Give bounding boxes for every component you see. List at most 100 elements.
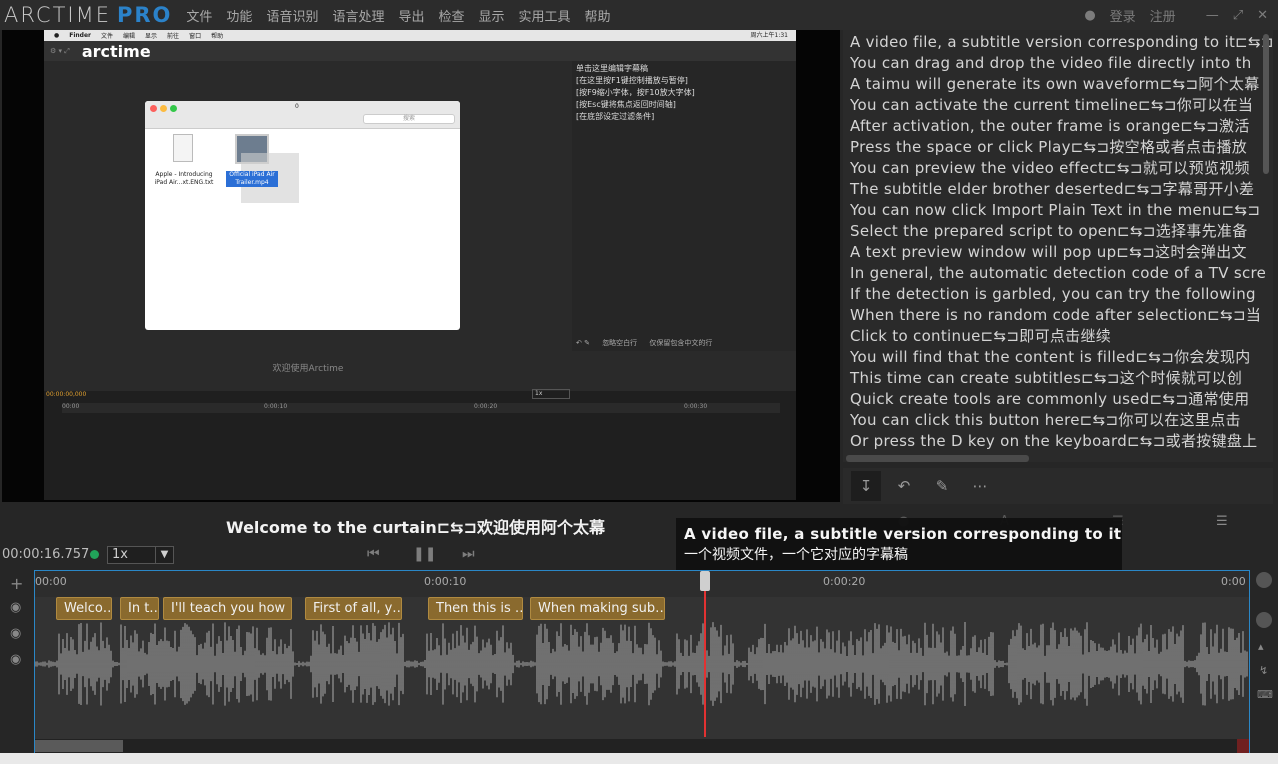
script-line[interactable]: Or press the D key on the keyboard⊏⇆⊐或者按… xyxy=(843,431,1273,452)
subtitle-overlay-text: Welcome to the curtain⊏⇆⊐欢迎使用阿个太幕 xyxy=(226,518,605,537)
finder-minimize-icon xyxy=(160,105,167,112)
finder-search: 搜索 xyxy=(363,114,455,124)
lightning-icon[interactable]: ↯ xyxy=(1259,664,1268,677)
finder-zoom-icon xyxy=(170,105,177,112)
txt-file-icon xyxy=(173,134,193,162)
script-line[interactable]: After activation, the outer frame is ora… xyxy=(843,116,1273,137)
eye-icon[interactable]: ◉ xyxy=(10,600,21,615)
script-line[interactable]: Click to continue⊏⇆⊐即可点击继续 xyxy=(843,326,1273,347)
sliders-icon[interactable]: ☰ xyxy=(1216,514,1228,529)
close-icon[interactable]: ✕ xyxy=(1257,8,1268,23)
inner-speed: 1x xyxy=(532,389,570,399)
script-line[interactable]: You can activate the current timeline⊏⇆⊐… xyxy=(843,95,1273,116)
script-line[interactable]: You can preview the video effect⊏⇆⊐就可以预览… xyxy=(843,158,1273,179)
inner-script-line: [按F9缩小字体，按F10放大字体] xyxy=(576,88,695,97)
speed-select[interactable]: 1x ▼ xyxy=(107,546,174,564)
top-menu-bar: ARCTIME PRO 文件 功能 语音识别 语言处理 导出 检查 显示 实用工具… xyxy=(0,0,1278,30)
menu-function[interactable]: 功能 xyxy=(226,6,252,25)
script-line[interactable]: In general, the automatic detection code… xyxy=(843,263,1273,284)
menu-file[interactable]: 文件 xyxy=(186,6,212,25)
script-line[interactable]: You can now click Import Plain Text in t… xyxy=(843,200,1273,221)
script-line[interactable]: You can click this button here⊏⇆⊐你可以在这里点… xyxy=(843,410,1273,431)
prev-icon[interactable]: ⏮ xyxy=(367,546,380,562)
next-icon[interactable]: ⏭ xyxy=(462,546,475,562)
inner-tick: 00:00 xyxy=(62,403,80,410)
menu-help[interactable]: 帮助 xyxy=(585,6,611,25)
add-track-icon[interactable]: + xyxy=(10,574,23,593)
maximize-icon[interactable]: ⤢ xyxy=(1233,8,1243,23)
keyboard-icon[interactable]: ⌨ xyxy=(1257,688,1273,701)
menu-export[interactable]: 导出 xyxy=(398,6,424,25)
minimize-icon[interactable]: — xyxy=(1206,8,1219,23)
finder-toolbar: 0 搜索 xyxy=(145,101,460,129)
inner-tick: 0:00:20 xyxy=(474,403,498,410)
script-horizontal-scrollbar[interactable] xyxy=(846,455,1029,462)
inner-logo: arctime xyxy=(81,41,151,61)
status-dot xyxy=(90,550,99,559)
inner-ruler: 00:00 0:00:10 0:00:20 0:00:30 xyxy=(62,403,780,413)
waveform-icon[interactable]: ▴ xyxy=(1258,640,1264,653)
menu-display[interactable]: 显示 xyxy=(479,6,505,25)
inner-script-line: [按Esc键将焦点返回时间轴] xyxy=(576,100,676,109)
subtitle-segment[interactable]: In t… xyxy=(120,597,159,620)
main-menu: 文件 功能 语音识别 语言处理 导出 检查 显示 实用工具 帮助 xyxy=(186,6,624,25)
timeline-ruler[interactable]: 00:00 0:00:10 0:00:20 0:00 xyxy=(35,571,1249,597)
subtitle-segment[interactable]: I'll teach you how xyxy=(163,597,292,620)
finder-folder-name: 0 xyxy=(295,103,299,110)
script-line[interactable]: A taimu will generate its own waveform⊏⇆… xyxy=(843,74,1273,95)
app-window: ARCTIME PRO 文件 功能 语音识别 语言处理 导出 检查 显示 实用工具… xyxy=(0,0,1278,764)
script-line[interactable]: A text preview window will pop up⊏⇆⊐这时会弹… xyxy=(843,242,1273,263)
video-frame-screen: ● Finder 文件 编辑 显示 前往 窗口 帮助 周六上午1:31 ⚙ ▾ … xyxy=(44,30,796,500)
ruler-tick: 00:00 xyxy=(35,575,67,588)
timeline-left-tools: + ◉ ◉ ◉ xyxy=(0,570,34,753)
script-line[interactable]: Quick create tools are commonly used⊏⇆⊐通… xyxy=(843,389,1273,410)
script-line[interactable]: The subtitle elder brother deserted⊏⇆⊐字幕… xyxy=(843,179,1273,200)
register-link[interactable]: 注册 xyxy=(1150,6,1176,25)
script-text-panel[interactable]: A video file, a subtitle version corresp… xyxy=(843,30,1273,462)
script-line[interactable]: Select the prepared script to open⊏⇆⊐选择事… xyxy=(843,221,1273,242)
txt-file-name: Apple - Introducing iPad Air...xt.ENG.tx… xyxy=(154,171,214,186)
ruler-tick: 0:00 xyxy=(1221,575,1246,588)
tooltip-english: A video file, a subtitle version corresp… xyxy=(684,525,1122,543)
more-icon[interactable]: ⋯ xyxy=(965,471,995,501)
inner-script-line: [在底部设定过滤条件] xyxy=(576,112,655,121)
script-line[interactable]: If the detection is garbled, you can try… xyxy=(843,284,1273,305)
menu-tools[interactable]: 实用工具 xyxy=(519,6,571,25)
script-line[interactable]: You can drag and drop the video file dir… xyxy=(843,53,1273,74)
inner-settings-icon: ⚙ ▾ ⤢ xyxy=(50,46,70,55)
script-line[interactable]: When there is no random code after selec… xyxy=(843,305,1273,326)
eye-icon[interactable]: ◉ xyxy=(10,652,21,667)
inner-script-line: 单击这里编辑字幕稿 xyxy=(576,64,648,73)
timeline-scroll-thumb[interactable] xyxy=(35,740,123,752)
playhead-handle[interactable] xyxy=(700,571,710,591)
script-vertical-scrollbar[interactable] xyxy=(1263,34,1269,174)
script-line[interactable]: You will find that the content is filled… xyxy=(843,347,1273,368)
finder-window: 0 搜索 Apple - Introducing iPad Air...xt.E… xyxy=(145,101,460,330)
finder-close-icon xyxy=(150,105,157,112)
menu-check[interactable]: 检查 xyxy=(438,6,464,25)
script-line[interactable]: Press the space or click Play⊏⇆⊐按空格或者点击播… xyxy=(843,137,1273,158)
pause-icon[interactable]: ❚❚ xyxy=(413,546,436,562)
user-icon: ● xyxy=(1084,7,1096,23)
edit-icon[interactable]: ✎ xyxy=(927,471,957,501)
subtitle-segment[interactable]: Then this is … xyxy=(428,597,523,620)
playhead-line xyxy=(704,571,706,737)
subtitle-segment[interactable]: When making sub… xyxy=(530,597,665,620)
import-icon[interactable]: ↧ xyxy=(851,471,881,501)
subtitle-segment[interactable]: Welco… xyxy=(56,597,112,620)
menu-language[interactable]: 语言处理 xyxy=(332,6,384,25)
undo-icon[interactable]: ↶ xyxy=(889,471,919,501)
inner-header: ⚙ ▾ ⤢ arctime xyxy=(44,41,796,61)
volume-knob-icon[interactable] xyxy=(1256,612,1272,628)
inner-undo-icon: ↶ ✎ xyxy=(576,339,593,347)
eye-icon[interactable]: ◉ xyxy=(10,626,21,641)
os-taskbar xyxy=(0,753,1278,764)
inner-timecode: 00:00:00,000 xyxy=(46,391,87,398)
zoom-knob-icon[interactable] xyxy=(1256,572,1272,588)
login-link[interactable]: 登录 xyxy=(1110,6,1136,25)
script-line[interactable]: A video file, a subtitle version corresp… xyxy=(843,32,1273,53)
subtitle-segment[interactable]: First of all, y… xyxy=(305,597,402,620)
menu-speech-recognition[interactable]: 语音识别 xyxy=(266,6,318,25)
timeline-scrollbar[interactable] xyxy=(35,739,1249,753)
script-line[interactable]: This time can create subtitles⊏⇆⊐这个时候就可以… xyxy=(843,368,1273,389)
